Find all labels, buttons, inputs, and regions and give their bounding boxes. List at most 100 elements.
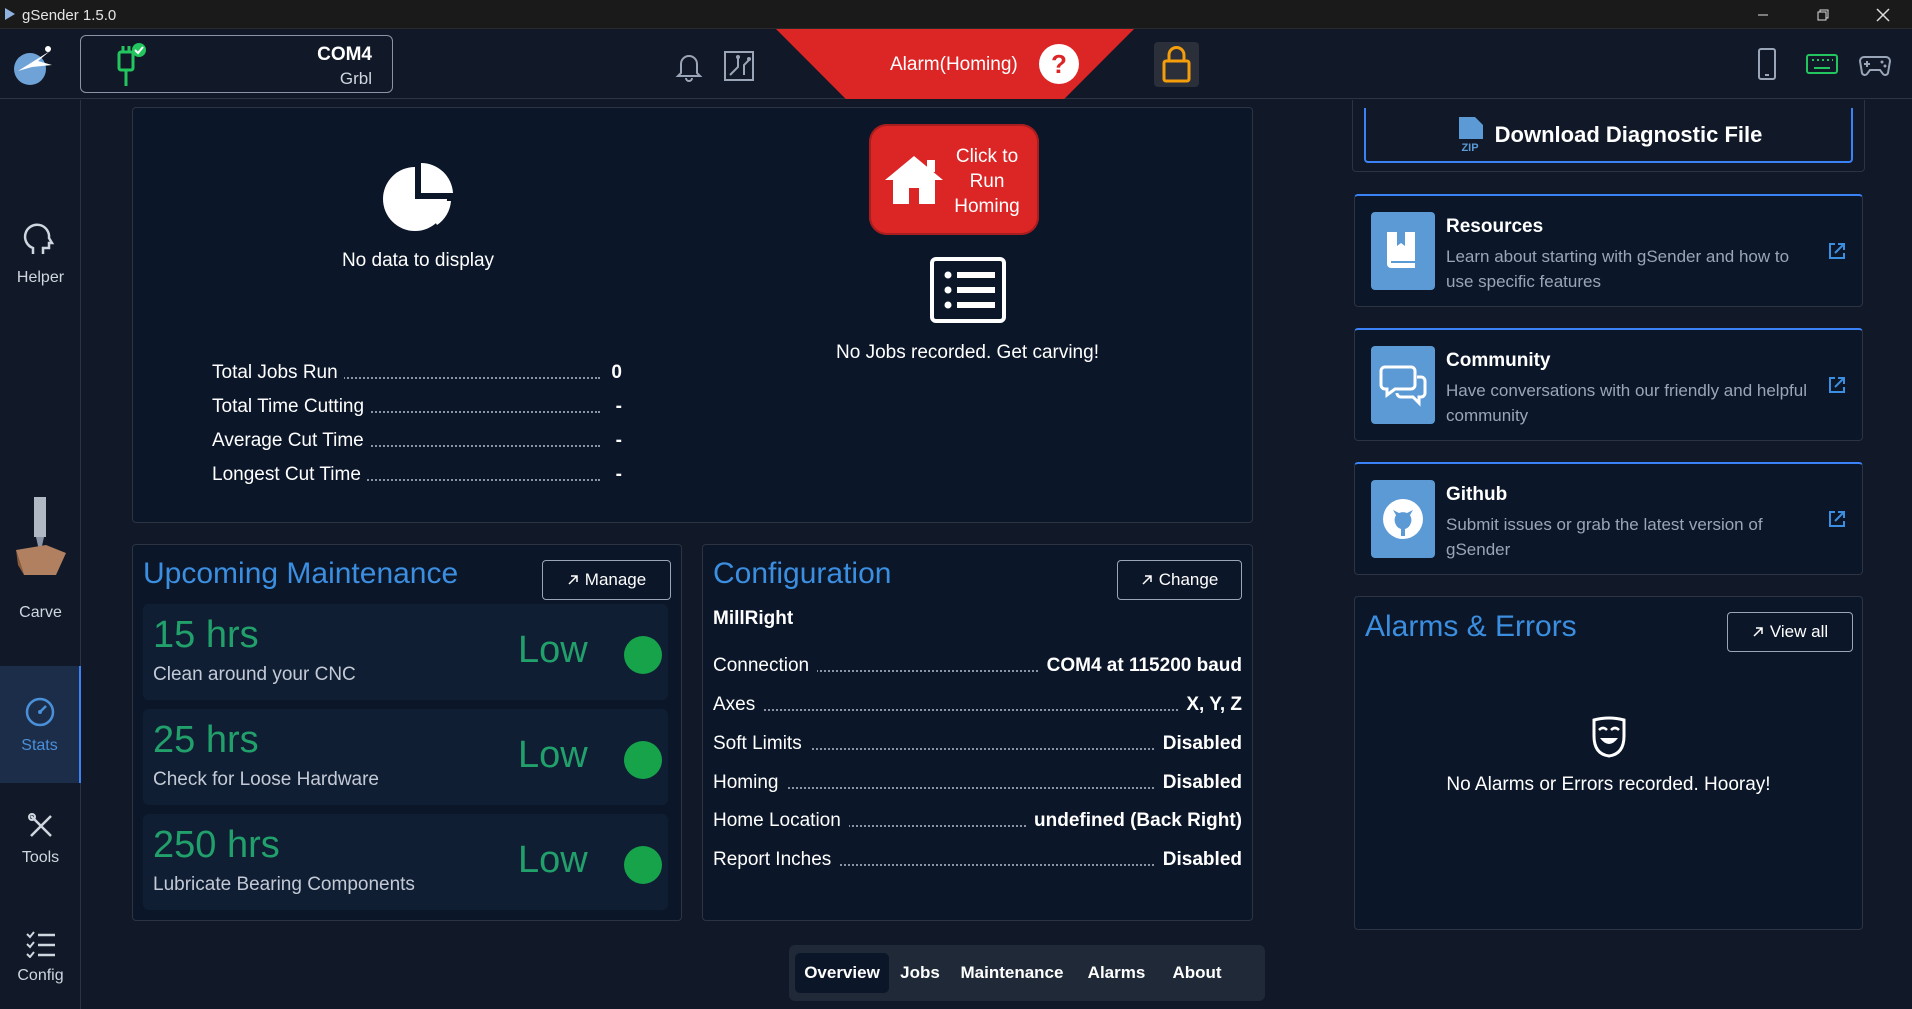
tab-maintenance[interactable]: Maintenance	[952, 953, 1072, 993]
github-icon	[1371, 480, 1435, 558]
sidebar-item-stats[interactable]: Stats	[0, 666, 81, 783]
config-row-home-location: Home Location undefined (Back Right)	[713, 810, 1242, 836]
maintenance-level: Low	[518, 734, 588, 776]
sidebar-item-label: Stats	[21, 737, 58, 754]
config-list-icon	[25, 931, 55, 959]
maintenance-title: Upcoming Maintenance	[143, 557, 459, 590]
run-homing-button[interactable]: Click to Run Homing	[869, 124, 1039, 235]
sidebar-item-config[interactable]: Config	[0, 930, 81, 985]
stats-overview-card	[132, 107, 1253, 523]
view-all-button[interactable]: View all	[1727, 612, 1853, 652]
app-header: COM4 Grbl Alarm(Homing) ?	[0, 29, 1912, 99]
minimize-button[interactable]	[1735, 0, 1791, 29]
gamepad-icon[interactable]	[1858, 47, 1892, 81]
manage-button[interactable]: Manage	[542, 560, 671, 600]
sidebar-item-label: Tools	[21, 849, 60, 866]
change-button[interactable]: Change	[1117, 560, 1242, 600]
resource-description: Learn about starting with gSender and ho…	[1446, 247, 1790, 291]
stat-label: Total Jobs Run	[212, 362, 344, 384]
dot-leader	[713, 709, 1242, 711]
close-button[interactable]	[1855, 0, 1911, 29]
config-label: Homing	[713, 772, 787, 794]
tab-overview[interactable]: Overview	[795, 953, 889, 993]
config-label: Soft Limits	[713, 733, 810, 755]
pie-empty-text: No data to display	[341, 250, 495, 271]
tab-alarms[interactable]: Alarms	[1079, 953, 1154, 993]
resource-title: Github	[1446, 484, 1508, 505]
stats-tabs: Overview Jobs Maintenance Alarms About	[789, 945, 1265, 1001]
svg-text:ZIP: ZIP	[1461, 142, 1478, 153]
config-row-report-inches: Report Inches Disabled	[713, 849, 1242, 875]
sidebar-item-helper[interactable]: Helper	[0, 220, 81, 287]
config-value: undefined (Back Right)	[1026, 810, 1242, 832]
arrow-up-right-icon	[1142, 575, 1152, 585]
firmware-label: Grbl	[339, 69, 372, 88]
alarm-help-button[interactable]: ?	[1039, 44, 1079, 84]
job-list-icon	[930, 257, 1006, 323]
connection-port: COM4	[317, 44, 372, 65]
config-label: Connection	[713, 655, 818, 677]
alarm-status-text: Alarm(Homing)	[890, 54, 1018, 75]
alarms-title: Alarms & Errors	[1365, 610, 1577, 643]
manage-label: Manage	[584, 570, 647, 589]
tab-about[interactable]: About	[1161, 953, 1233, 993]
config-value: Disabled	[1154, 733, 1242, 755]
arrow-up-right-icon	[1753, 627, 1763, 637]
config-label: Home Location	[713, 810, 849, 832]
maintenance-hours: 250 hrs	[153, 824, 280, 866]
sidebar-item-label: Carve	[19, 604, 62, 621]
resources-card[interactable]: Resources Learn about starting with gSen…	[1354, 194, 1863, 307]
carve-tool-icon	[15, 497, 66, 575]
resource-title: Resources	[1446, 216, 1544, 237]
restore-button[interactable]	[1795, 0, 1851, 29]
config-value: X, Y, Z	[1178, 694, 1242, 716]
status-dot	[624, 741, 662, 779]
change-label: Change	[1158, 570, 1219, 589]
stat-value: -	[615, 396, 622, 417]
maintenance-item: 25 hrs Check for Loose Hardware Low	[143, 709, 668, 805]
keyboard-icon[interactable]	[1805, 47, 1839, 81]
title-bar: gSender 1.5.0	[0, 0, 1912, 29]
stat-label: Average Cut Time	[212, 430, 370, 452]
happy-mask-icon	[1592, 716, 1626, 758]
config-value: COM4 at 115200 baud	[1038, 655, 1242, 677]
external-link-icon	[1829, 243, 1845, 259]
restore-icon	[1817, 9, 1829, 20]
lock-icon	[1162, 46, 1191, 83]
config-row-connection: Connection COM4 at 115200 baud	[713, 655, 1242, 681]
zip-file-icon: ZIP	[1458, 116, 1483, 153]
config-value: Disabled	[1154, 849, 1242, 871]
machine-name: MillRight	[713, 608, 794, 629]
github-card[interactable]: Github Submit issues or grab the latest …	[1354, 462, 1863, 575]
stat-row-total-time: Total Time Cutting -	[212, 396, 622, 422]
tools-icon	[27, 813, 52, 837]
circuit-board-icon[interactable]	[722, 49, 756, 83]
sidebar-item-carve[interactable]: Carve	[0, 495, 81, 622]
stat-row-longest-time: Longest Cut Time -	[212, 464, 622, 490]
community-card[interactable]: Community Have conversations with our fr…	[1354, 328, 1863, 441]
sidebar-item-tools[interactable]: Tools	[0, 812, 81, 867]
mobile-icon[interactable]	[1750, 47, 1784, 81]
jobs-empty-text: No Jobs recorded. Get carving!	[836, 342, 1099, 363]
maintenance-hours: 15 hrs	[153, 614, 259, 656]
stat-value: -	[615, 430, 622, 451]
maintenance-item: 15 hrs Clean around your CNC Low	[143, 604, 668, 700]
maintenance-hours: 25 hrs	[153, 719, 259, 761]
download-diagnostic-button[interactable]: ZIP Download Diagnostic File	[1364, 108, 1853, 163]
unlock-button[interactable]	[1154, 42, 1199, 87]
stat-value: -	[615, 464, 622, 485]
pie-chart-icon	[383, 162, 453, 231]
app-icon	[5, 8, 15, 20]
maintenance-item: 250 hrs Lubricate Bearing Components Low	[143, 814, 668, 910]
stat-label: Total Time Cutting	[212, 396, 371, 418]
bell-icon[interactable]	[672, 49, 706, 83]
config-label: Report Inches	[713, 849, 840, 871]
connection-selector[interactable]: COM4 Grbl	[80, 35, 393, 93]
status-dot	[624, 846, 662, 884]
plug-connected-icon	[117, 43, 146, 86]
configuration-title: Configuration	[713, 557, 892, 590]
tab-jobs[interactable]: Jobs	[895, 953, 945, 993]
download-label: Download Diagnostic File	[1494, 121, 1763, 147]
home-icon	[885, 156, 943, 204]
resource-description: Submit issues or grab the latest version…	[1446, 515, 1763, 559]
